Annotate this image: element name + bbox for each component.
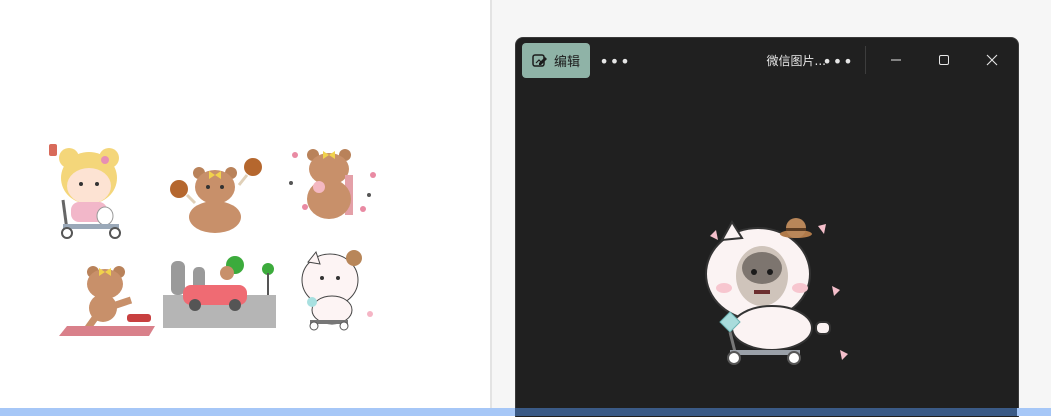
sticker-gallery <box>0 0 490 408</box>
sticker-bear-chair[interactable] <box>285 145 380 225</box>
sticker-bear-kick[interactable] <box>55 262 160 340</box>
sticker-car-city[interactable] <box>163 255 278 330</box>
sticker-girl-scooter[interactable] <box>45 140 135 240</box>
viewer-titlebar: 编辑 ••• 微信图片... ••• <box>516 38 1018 84</box>
viewer-image <box>705 218 848 365</box>
sticker-bear-drumsticks[interactable] <box>165 155 265 235</box>
close-icon <box>986 54 998 66</box>
more-options-button[interactable]: ••• <box>599 48 629 74</box>
sticker-cat-scooter-small[interactable] <box>298 248 378 333</box>
minimize-button[interactable] <box>873 44 919 76</box>
edit-image-icon <box>532 53 547 67</box>
maximize-icon <box>939 55 949 65</box>
file-name: 微信图片... <box>766 54 826 68</box>
photo-viewer-window: 编辑 ••• 微信图片... ••• <box>515 37 1019 417</box>
minimize-icon <box>891 59 901 61</box>
titlebar-separator <box>865 46 866 74</box>
edit-label: 编辑 <box>554 55 581 70</box>
edit-button[interactable]: 编辑 <box>522 43 590 78</box>
taskbar-active-segment <box>515 408 1017 416</box>
file-more-button[interactable]: ••• <box>822 48 852 74</box>
close-button[interactable] <box>969 44 1015 76</box>
maximize-button[interactable] <box>921 44 967 76</box>
